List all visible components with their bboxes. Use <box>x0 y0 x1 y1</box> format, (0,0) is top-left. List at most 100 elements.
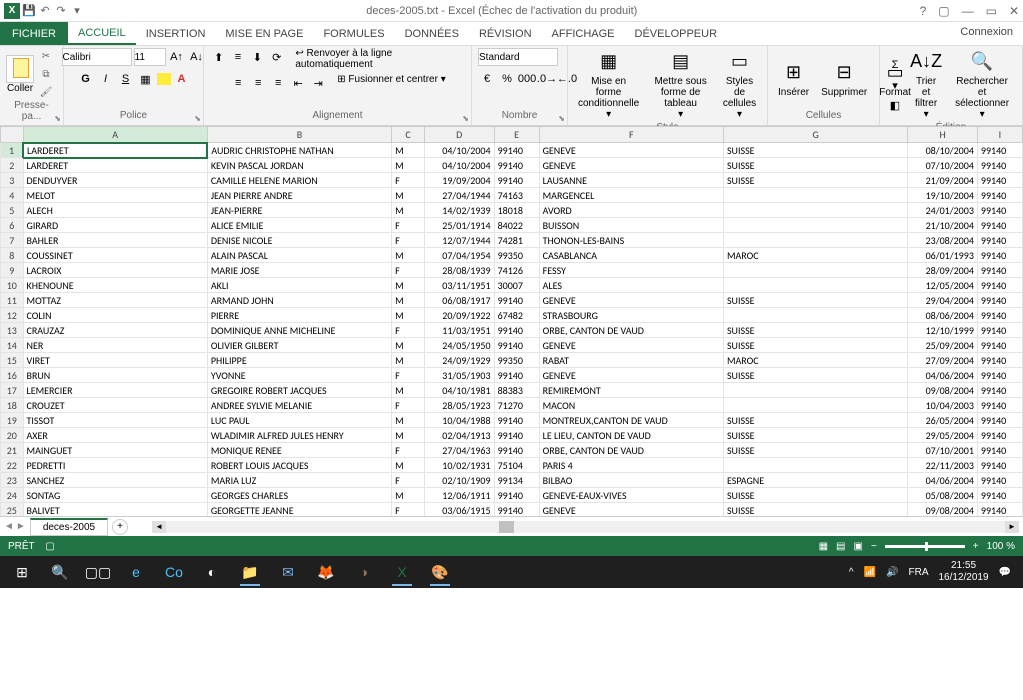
row-header[interactable]: 19 <box>1 413 24 428</box>
tab-developpeur[interactable]: DÉVELOPPEUR <box>625 22 728 45</box>
horizontal-scrollbar[interactable]: ◄ ► <box>152 521 1019 533</box>
font-size-select[interactable] <box>134 48 166 66</box>
task-view-icon[interactable]: ▢▢ <box>80 558 116 586</box>
cell[interactable]: 99140 <box>977 338 1022 353</box>
align-middle-icon[interactable]: ≡ <box>229 48 246 66</box>
tab-affichage[interactable]: AFFICHAGE <box>542 22 625 45</box>
cell[interactable]: 04/06/2004 <box>908 368 978 383</box>
cell[interactable]: SUISSE <box>723 413 907 428</box>
view-normal-icon[interactable]: ▦ <box>819 541 828 552</box>
cell[interactable]: REMIREMONT <box>539 383 723 398</box>
cell[interactable]: M <box>392 308 425 323</box>
cell[interactable]: M <box>392 248 425 263</box>
sign-in[interactable]: Connexion <box>950 22 1023 45</box>
cell[interactable]: ALICE EMILIE <box>207 218 391 233</box>
cell[interactable]: GENEVE <box>539 338 723 353</box>
cell[interactable]: 99140 <box>977 143 1022 158</box>
bold-button[interactable]: G <box>77 70 95 88</box>
cell[interactable]: GENEVE <box>539 368 723 383</box>
cell[interactable]: MELOT <box>23 188 207 203</box>
copy-icon[interactable]: ⧉ <box>38 66 54 82</box>
cell[interactable]: AUDRIC CHRISTOPHE NATHAN <box>207 143 391 158</box>
cell[interactable]: 99140 <box>977 188 1022 203</box>
row-header[interactable]: 8 <box>1 248 24 263</box>
tab-formules[interactable]: FORMULES <box>313 22 394 45</box>
cell[interactable]: M <box>392 413 425 428</box>
cell[interactable] <box>723 458 907 473</box>
tab-nav-prev[interactable]: ◄ <box>4 521 14 532</box>
cell[interactable] <box>723 233 907 248</box>
cell[interactable]: 99140 <box>977 308 1022 323</box>
format-painter-icon[interactable]: 🖌 <box>38 84 54 100</box>
row-header[interactable]: 10 <box>1 278 24 293</box>
thousands-icon[interactable]: 000 <box>518 70 536 88</box>
cell[interactable]: SUISSE <box>723 443 907 458</box>
indent-inc-icon[interactable]: ⇥ <box>309 74 327 92</box>
zoom-level[interactable]: 100 % <box>987 541 1015 552</box>
scroll-right-button[interactable]: ► <box>1005 521 1019 533</box>
cell[interactable]: 99140 <box>494 368 539 383</box>
zoom-in-button[interactable]: + <box>973 541 979 552</box>
cell[interactable]: 07/04/1954 <box>424 248 494 263</box>
row-header[interactable]: 4 <box>1 188 24 203</box>
cell[interactable]: 04/06/2004 <box>908 473 978 488</box>
cell[interactable]: M <box>392 203 425 218</box>
cell[interactable]: PARIS 4 <box>539 458 723 473</box>
row-header[interactable]: 5 <box>1 203 24 218</box>
tab-accueil[interactable]: ACCUEIL <box>68 22 136 45</box>
worksheet-grid[interactable]: ABCDEFGHI 1LARDERETAUDRIC CHRISTOPHE NAT… <box>0 126 1023 516</box>
cell[interactable]: F <box>392 443 425 458</box>
cell[interactable]: SUISSE <box>723 293 907 308</box>
cell[interactable]: 67482 <box>494 308 539 323</box>
sheet-tab-active[interactable]: deces-2005 <box>30 518 108 536</box>
cell[interactable]: 99140 <box>977 248 1022 263</box>
tab-nav-next[interactable]: ► <box>16 521 26 532</box>
column-header-G[interactable]: G <box>723 127 907 143</box>
shrink-font-icon[interactable]: A↓ <box>188 48 206 66</box>
cell[interactable]: 99140 <box>494 428 539 443</box>
cell[interactable]: DENDUYVER <box>23 173 207 188</box>
search-icon[interactable]: 🔍 <box>42 558 78 586</box>
row-header[interactable]: 12 <box>1 308 24 323</box>
ribbon-display-button[interactable]: ▢ <box>938 4 949 18</box>
redo-icon[interactable]: ↷ <box>54 4 68 18</box>
cortana-icon[interactable]: Co <box>156 558 192 586</box>
cell[interactable]: 24/01/2003 <box>908 203 978 218</box>
cell[interactable]: 18018 <box>494 203 539 218</box>
cell[interactable]: ORBE, CANTON DE VAUD <box>539 323 723 338</box>
scroll-thumb[interactable] <box>499 521 514 533</box>
cell[interactable]: 99140 <box>494 158 539 173</box>
cell[interactable]: AKLI <box>207 278 391 293</box>
cell[interactable]: F <box>392 173 425 188</box>
cell[interactable]: SUISSE <box>723 173 907 188</box>
excel-task-icon[interactable]: X <box>384 558 420 586</box>
merge-center-button[interactable]: ⊞ Fusionner et centrer ▾ <box>337 74 445 92</box>
wrap-text-button[interactable]: ↩ Renvoyer à la ligne automatiquement <box>295 48 465 70</box>
cell[interactable]: SUISSE <box>723 503 907 517</box>
cell[interactable]: FESSY <box>539 263 723 278</box>
cell[interactable]: 20/09/1922 <box>424 308 494 323</box>
cell[interactable]: GREGOIRE ROBERT JACQUES <box>207 383 391 398</box>
cell[interactable]: 99140 <box>977 383 1022 398</box>
cell[interactable]: TISSOT <box>23 413 207 428</box>
cell[interactable]: 19/09/2004 <box>424 173 494 188</box>
cell[interactable]: 04/10/1981 <box>424 383 494 398</box>
cell[interactable]: F <box>392 233 425 248</box>
volume-icon[interactable]: 🔊 <box>886 567 898 578</box>
column-header-D[interactable]: D <box>424 127 494 143</box>
cell[interactable]: M <box>392 188 425 203</box>
grow-font-icon[interactable]: A↑ <box>168 48 186 66</box>
orientation-icon[interactable]: ⟳ <box>268 48 285 66</box>
cell[interactable]: VIRET <box>23 353 207 368</box>
cell[interactable]: 99140 <box>494 323 539 338</box>
cell[interactable]: SUISSE <box>723 338 907 353</box>
cell[interactable]: ESPAGNE <box>723 473 907 488</box>
cell[interactable]: 29/05/2004 <box>908 428 978 443</box>
tray-up-icon[interactable]: ^ <box>849 567 854 578</box>
cell[interactable]: 99140 <box>977 503 1022 517</box>
cell[interactable]: 99140 <box>977 173 1022 188</box>
cell[interactable]: 99140 <box>494 413 539 428</box>
cell[interactable]: 06/08/1917 <box>424 293 494 308</box>
cell[interactable]: 27/04/1963 <box>424 443 494 458</box>
cell[interactable]: 99140 <box>977 398 1022 413</box>
